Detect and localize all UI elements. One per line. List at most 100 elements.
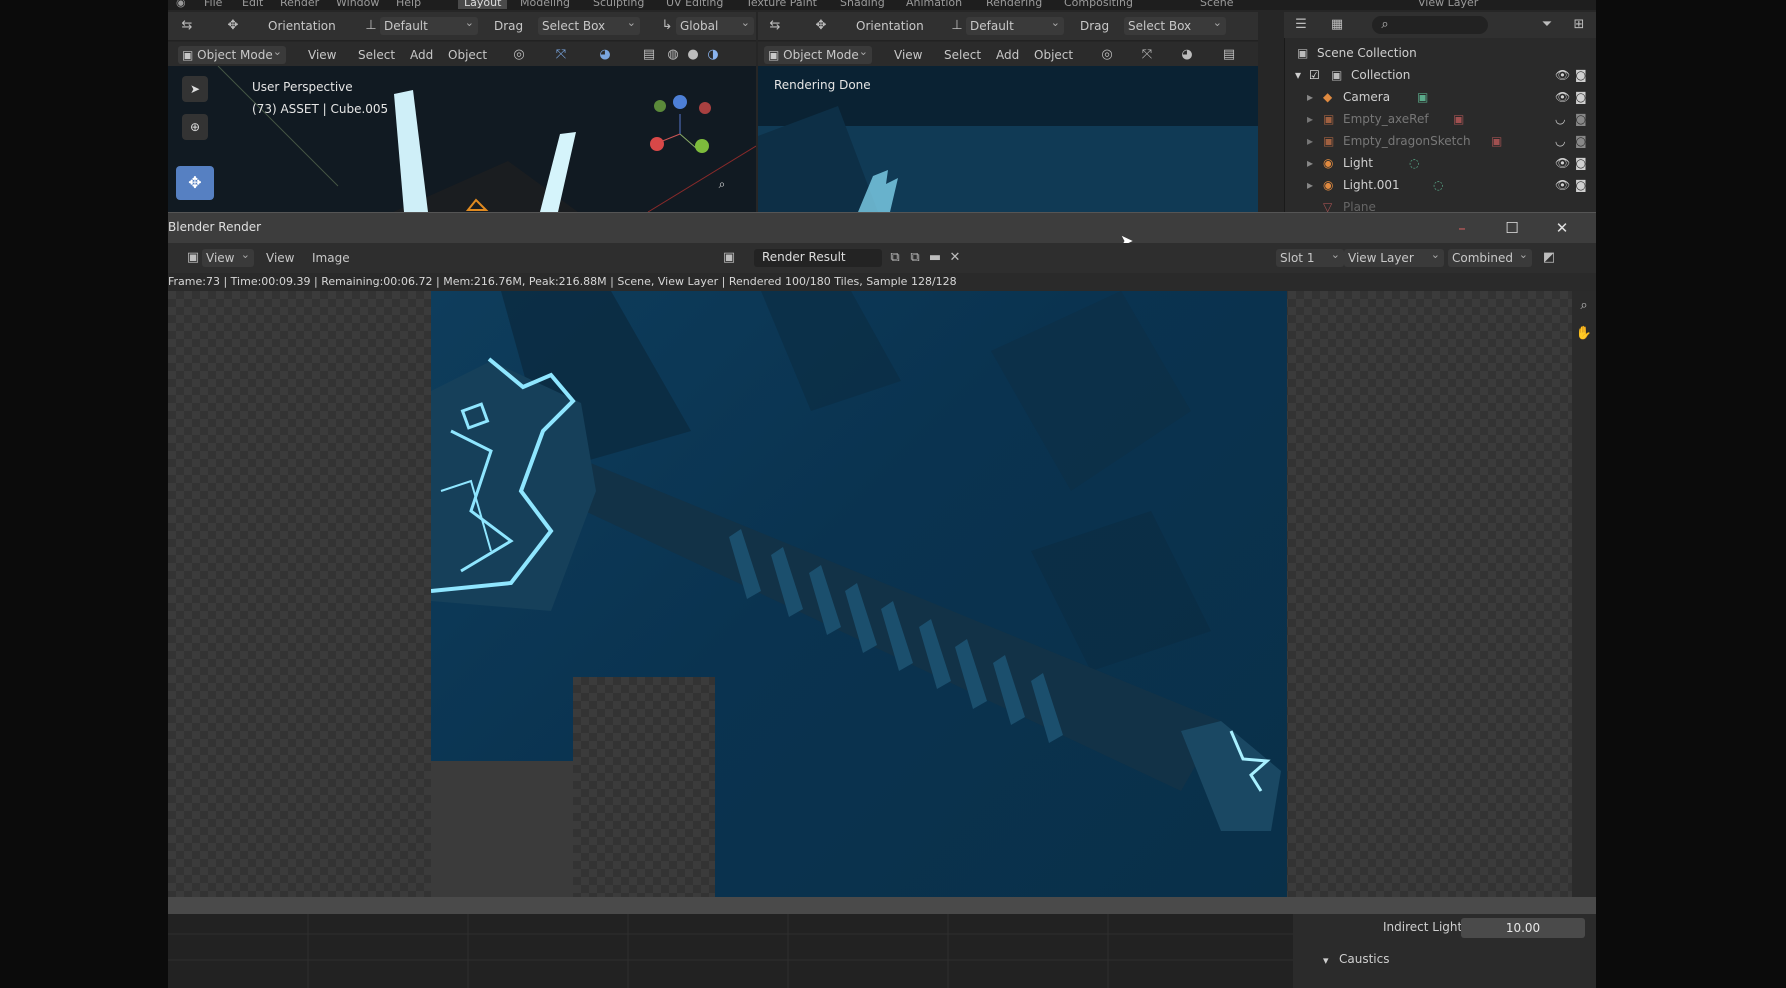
outliner-row-light[interactable]: ▸ ◉ Light ◌ 👁 ◙ xyxy=(1285,152,1596,174)
caustics-expand-icon[interactable]: ▾ xyxy=(1323,954,1329,967)
z-axis-gizmo[interactable] xyxy=(673,95,687,109)
rendered-shading-icon[interactable]: ◑ xyxy=(704,46,722,64)
outliner-row-scene-collection[interactable]: ▣ Scene Collection xyxy=(1285,42,1596,64)
transform-move-icon[interactable]: ✥ xyxy=(812,17,830,35)
gizmo-icon[interactable]: ⤧ xyxy=(1138,46,1156,64)
pivot-icon[interactable]: ⊥ xyxy=(362,17,380,35)
x-axis-gizmo[interactable] xyxy=(650,137,664,151)
overlays-icon[interactable]: ◕ xyxy=(596,46,614,64)
image-browse-icon[interactable]: ▣ xyxy=(720,249,738,267)
unlink-icon[interactable]: ✕ xyxy=(946,249,964,267)
wireframe-shading-icon[interactable]: ◍ xyxy=(664,46,682,64)
menu-file[interactable]: File xyxy=(204,0,222,9)
orientation-dropdown[interactable]: Default xyxy=(380,14,478,35)
tab-animation[interactable]: Animation xyxy=(906,0,962,9)
expand-arrow-icon[interactable]: ▸ xyxy=(1307,86,1313,108)
tab-rendering[interactable]: Rendering xyxy=(986,0,1042,9)
xray-icon[interactable]: ▤ xyxy=(1220,46,1238,64)
outliner-row-plane[interactable]: ▽ Plane xyxy=(1285,196,1596,212)
menu-view[interactable]: View xyxy=(304,46,340,64)
right-3d-viewport[interactable]: Rendering Done xyxy=(758,66,1258,212)
duplicate-icon[interactable]: ⧉ xyxy=(886,249,904,267)
view-mode-dropdown[interactable]: View xyxy=(202,246,254,267)
menu-select[interactable]: Select xyxy=(354,46,399,64)
menu-help[interactable]: Help xyxy=(396,0,421,9)
filter-icon[interactable]: ⏷ xyxy=(1538,16,1556,34)
eye-icon[interactable]: 👁 xyxy=(1555,86,1570,108)
y-neg-axis-gizmo[interactable] xyxy=(654,100,666,112)
tab-shading[interactable]: Shading xyxy=(840,0,885,9)
editor-type-icon[interactable]: ⇆ xyxy=(766,17,784,35)
outliner-row-camera[interactable]: ▸ ◆ Camera ▣ 👁 ◙ xyxy=(1285,86,1596,108)
display-mode-icon[interactable]: ▦ xyxy=(1328,16,1346,34)
cursor-tool-icon[interactable]: ⊕ xyxy=(182,114,208,140)
outliner-row-light-001[interactable]: ▸ ◉ Light.001 ◌ 👁 ◙ xyxy=(1285,174,1596,196)
object-mode-dropdown[interactable]: ▣ Object Mode xyxy=(178,43,286,64)
menu-edit[interactable]: Edit xyxy=(242,0,263,9)
eye-icon[interactable]: 👁 xyxy=(1555,152,1570,174)
tab-sculpting[interactable]: Sculpting xyxy=(593,0,644,9)
minimize-icon[interactable]: – xyxy=(1452,218,1472,238)
tab-uv-editing[interactable]: UV Editing xyxy=(666,0,723,9)
pan-hand-icon[interactable]: ✋ xyxy=(1575,325,1593,343)
caustics-panel-label[interactable]: Caustics xyxy=(1339,952,1389,966)
editor-type-icon[interactable]: ▣ xyxy=(184,249,202,267)
render-camera-icon[interactable]: ◙ xyxy=(1575,130,1587,152)
overlays-icon[interactable]: ◕ xyxy=(1178,46,1196,64)
render-camera-icon[interactable]: ◙ xyxy=(1575,86,1587,108)
move-tool-icon[interactable]: ✥ xyxy=(176,166,214,200)
pass-dropdown[interactable]: Combined xyxy=(1448,246,1532,267)
navigation-gizmo[interactable] xyxy=(650,95,711,153)
menu-view[interactable]: View xyxy=(262,249,298,267)
menu-image[interactable]: Image xyxy=(308,249,354,267)
drag-dropdown[interactable]: Select Box xyxy=(1124,14,1226,35)
view-layer-dropdown[interactable]: View Layer xyxy=(1344,246,1444,267)
menu-object[interactable]: Object xyxy=(444,46,491,64)
display-channels-icon[interactable]: ◩ xyxy=(1540,249,1558,267)
menu-window[interactable]: Window xyxy=(336,0,379,9)
x-neg-axis-gizmo[interactable] xyxy=(699,102,711,114)
menu-add[interactable]: Add xyxy=(406,46,437,64)
outliner-row-empty-dragonsketch[interactable]: ▸ ▣ Empty_dragonSketch ▣ ◡ ◙ xyxy=(1285,130,1596,152)
outliner-row-empty-axeref[interactable]: ▸ ▣ Empty_axeRef ▣ ◡ ◙ xyxy=(1285,108,1596,130)
orientation-dropdown[interactable]: Default xyxy=(966,14,1064,35)
menu-view[interactable]: View xyxy=(890,46,926,64)
eye-icon[interactable]: 👁 xyxy=(1555,174,1570,196)
eye-closed-icon[interactable]: ◡ xyxy=(1555,108,1565,130)
blender-logo-icon[interactable]: ◉ xyxy=(176,0,186,9)
scene-selector[interactable]: Scene xyxy=(1200,0,1234,9)
menu-select[interactable]: Select xyxy=(940,46,985,64)
transform-move-icon[interactable]: ✥ xyxy=(224,17,242,35)
visibility-icon[interactable]: ◎ xyxy=(510,46,528,64)
gizmo-icon[interactable]: ⤧ xyxy=(552,46,570,64)
horizontal-scrollbar[interactable] xyxy=(168,897,1596,915)
render-camera-icon[interactable]: ◙ xyxy=(1575,174,1587,196)
open-folder-icon[interactable]: ▬ xyxy=(926,249,944,267)
pivot-icon[interactable]: ⊥ xyxy=(948,17,966,35)
checkbox-icon[interactable]: ☑ xyxy=(1309,64,1320,86)
tab-texture-paint[interactable]: Texture Paint xyxy=(746,0,817,9)
render-camera-icon[interactable]: ◙ xyxy=(1575,64,1587,86)
transform-orientation-dropdown[interactable]: Global xyxy=(676,14,754,35)
select-tool-icon[interactable]: ➤ xyxy=(182,76,208,102)
editor-type-icon[interactable]: ⇆ xyxy=(178,17,196,35)
tab-compositing[interactable]: Compositing xyxy=(1064,0,1133,9)
expand-arrow-icon[interactable]: ▸ xyxy=(1307,174,1313,196)
visibility-icon[interactable]: ◎ xyxy=(1098,46,1116,64)
object-mode-dropdown[interactable]: ▣ Object Mode xyxy=(764,43,872,64)
expand-arrow-icon[interactable]: ▸ xyxy=(1307,152,1313,174)
expand-arrow-icon[interactable]: ▸ xyxy=(1307,108,1313,130)
outliner-search-input[interactable]: ⌕ xyxy=(1372,16,1488,34)
close-icon[interactable]: ✕ xyxy=(1552,218,1572,238)
render-window-titlebar[interactable]: Blender Render – ☐ ✕ xyxy=(168,213,1596,243)
tab-modeling[interactable]: Modeling xyxy=(520,0,570,9)
transform-axes-icon[interactable]: ↳ xyxy=(658,17,676,35)
zoom-icon[interactable]: ⌕ xyxy=(712,174,732,194)
xray-icon[interactable]: ▤ xyxy=(640,46,658,64)
menu-render[interactable]: Render xyxy=(280,0,319,9)
zoom-icon[interactable]: ⌕ xyxy=(1575,297,1593,315)
image-name-field[interactable]: Render Result xyxy=(754,249,882,267)
expand-arrow-icon[interactable]: ▾ xyxy=(1295,64,1301,86)
menu-object[interactable]: Object xyxy=(1030,46,1077,64)
outliner-row-collection[interactable]: ▾ ☑ ▣ Collection 👁 ◙ xyxy=(1285,64,1596,86)
